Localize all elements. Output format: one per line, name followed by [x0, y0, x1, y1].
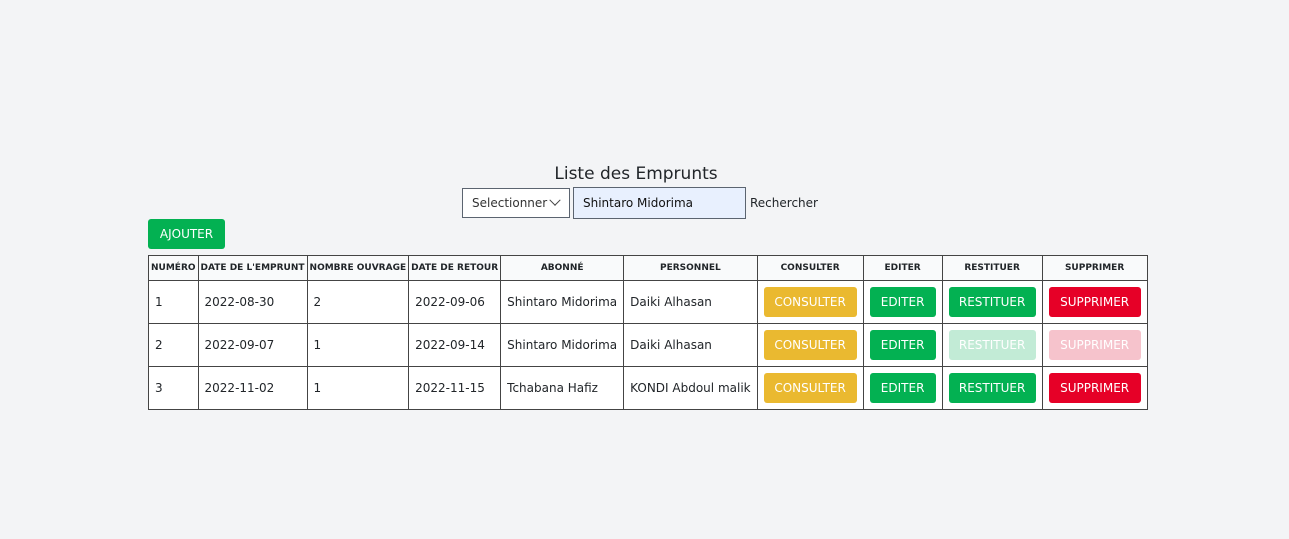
cell-editer: EDITER [862, 366, 943, 410]
header-supprimer: SUPPRIMER [1041, 255, 1148, 281]
chevron-down-icon [549, 194, 561, 206]
header-nombre-ouvrage: NOMBRE OUVRAGE [306, 255, 410, 281]
cell-nombre-ouvrage: 1 [306, 323, 410, 367]
cell-numero: 1 [148, 280, 199, 324]
consult-button[interactable]: CONSULTER [763, 287, 857, 317]
page-title: Liste des Emprunts [554, 164, 718, 184]
cell-editer: EDITER [862, 323, 943, 367]
edit-button[interactable]: EDITER [869, 373, 936, 403]
search-bar: Selectionner Rechercher [462, 187, 818, 219]
edit-button[interactable]: EDITER [869, 287, 936, 317]
restore-button[interactable]: RESTITUER [948, 287, 1036, 317]
header-abonne: ABONNÉ [500, 255, 625, 281]
cell-editer: EDITER [862, 280, 943, 324]
cell-consulter: CONSULTER [756, 366, 864, 410]
table-row: 1 2022-08-30 2 2022-09-06 Shintaro Midor… [148, 280, 1148, 324]
table-header-row: NUMÉRO DATE DE L'EMPRUNT NOMBRE OUVRAGE … [148, 255, 1148, 281]
restore-button-disabled: RESTITUER [948, 330, 1036, 360]
cell-date-emprunt: 2022-08-30 [197, 280, 308, 324]
delete-button[interactable]: SUPPRIMER [1048, 287, 1141, 317]
header-consulter: CONSULTER [756, 255, 864, 281]
cell-restituer: RESTITUER [941, 366, 1043, 410]
cell-abonne: Shintaro Midorima [500, 323, 625, 367]
cell-abonne: Tchabana Hafiz [500, 366, 625, 410]
filter-select[interactable]: Selectionner [462, 188, 570, 218]
consult-button[interactable]: CONSULTER [763, 373, 857, 403]
header-date-emprunt: DATE DE L'EMPRUNT [197, 255, 308, 281]
loans-table: NUMÉRO DATE DE L'EMPRUNT NOMBRE OUVRAGE … [148, 255, 1148, 410]
restore-button[interactable]: RESTITUER [948, 373, 1036, 403]
cell-supprimer: SUPPRIMER [1041, 280, 1148, 324]
cell-supprimer: SUPPRIMER [1041, 366, 1148, 410]
cell-date-retour: 2022-11-15 [408, 366, 502, 410]
cell-numero: 2 [148, 323, 199, 367]
cell-nombre-ouvrage: 1 [306, 366, 410, 410]
cell-date-retour: 2022-09-06 [408, 280, 502, 324]
cell-supprimer: SUPPRIMER [1041, 323, 1148, 367]
cell-date-emprunt: 2022-11-02 [197, 366, 308, 410]
header-numero: NUMÉRO [148, 255, 199, 281]
cell-restituer: RESTITUER [941, 323, 1043, 367]
edit-button[interactable]: EDITER [869, 330, 936, 360]
search-label[interactable]: Rechercher [750, 196, 818, 210]
add-button[interactable]: AJOUTER [148, 219, 225, 249]
filter-select-value: Selectionner [472, 196, 548, 210]
header-date-retour: DATE DE RETOUR [408, 255, 502, 281]
consult-button[interactable]: CONSULTER [763, 330, 857, 360]
header-editer: EDITER [862, 255, 943, 281]
delete-button[interactable]: SUPPRIMER [1048, 373, 1141, 403]
cell-numero: 3 [148, 366, 199, 410]
cell-nombre-ouvrage: 2 [306, 280, 410, 324]
cell-restituer: RESTITUER [941, 280, 1043, 324]
search-input[interactable] [573, 187, 746, 219]
header-personnel: PERSONNEL [623, 255, 758, 281]
cell-personnel: Daiki Alhasan [623, 323, 758, 367]
cell-personnel: Daiki Alhasan [623, 280, 758, 324]
cell-consulter: CONSULTER [756, 280, 864, 324]
cell-consulter: CONSULTER [756, 323, 864, 367]
table-row: 2 2022-09-07 1 2022-09-14 Shintaro Midor… [148, 323, 1148, 367]
cell-date-retour: 2022-09-14 [408, 323, 502, 367]
cell-personnel: KONDI Abdoul malik [623, 366, 758, 410]
table-row: 3 2022-11-02 1 2022-11-15 Tchabana Hafiz… [148, 366, 1148, 410]
header-restituer: RESTITUER [941, 255, 1043, 281]
cell-date-emprunt: 2022-09-07 [197, 323, 308, 367]
cell-abonne: Shintaro Midorima [500, 280, 625, 324]
delete-button-disabled: SUPPRIMER [1048, 330, 1141, 360]
